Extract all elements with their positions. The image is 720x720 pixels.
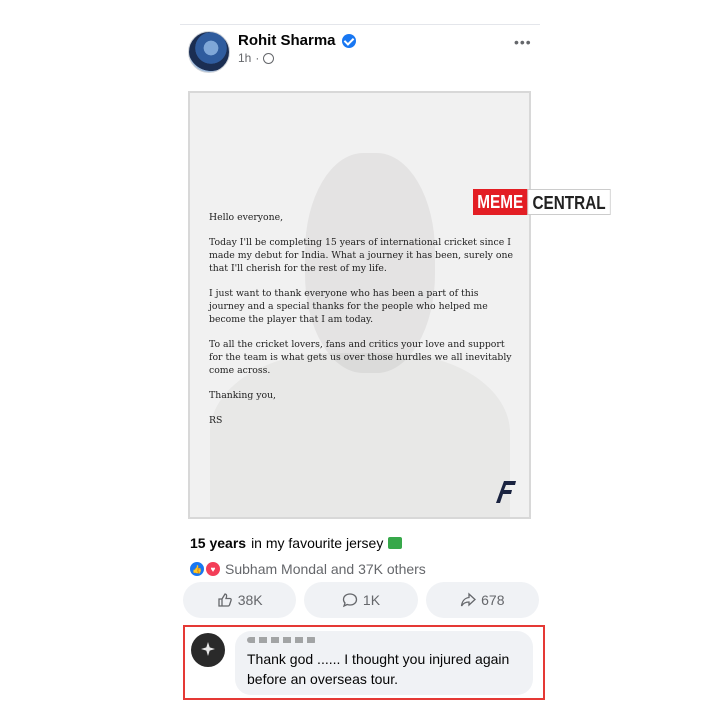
caption-bold: 15 years [190, 535, 247, 551]
letter-paragraph-1: Today I'll be completing 15 years of int… [209, 237, 513, 274]
letter-paragraph-3: To all the cricket lovers, fans and crit… [209, 339, 512, 376]
like-icon [218, 593, 232, 607]
caption-rest: in my favourite jersey [251, 535, 384, 551]
comment-icon [342, 593, 358, 608]
like-button[interactable]: 38K [183, 582, 297, 618]
reactions-text: Subham Mondal and 37K others [225, 561, 426, 577]
letter-greeting: Hello everyone, [209, 212, 284, 223]
letter-signature: RS [209, 415, 223, 426]
share-icon [460, 592, 477, 607]
reactions-summary[interactable]: 👍 ♥ Subham Mondal and 37K others [189, 561, 426, 577]
jersey-emoji-icon [388, 537, 403, 549]
comment-button[interactable]: 1K [304, 582, 418, 618]
comment-text: Thank god ...... I thought you injured a… [247, 651, 510, 687]
commenter-name-redacted [247, 637, 317, 643]
post-image[interactable]: Hello everyone, Today I'll be completing… [188, 91, 531, 519]
meta-separator: · [255, 51, 260, 65]
action-bar: 38K 1K 678 [183, 582, 539, 618]
top-divider [180, 24, 540, 25]
author-avatar[interactable] [188, 31, 230, 73]
brand-logo-icon [496, 481, 516, 503]
meme-central-watermark: MEME CENTRAL [473, 189, 611, 215]
public-globe-icon [263, 52, 275, 64]
share-count: 678 [481, 592, 505, 608]
post-time[interactable]: 1h [238, 51, 251, 65]
letter-closing: Thanking you, [209, 390, 277, 401]
letter-paragraph-2: I just want to thank everyone who has be… [209, 288, 488, 325]
commenter-avatar[interactable] [191, 633, 225, 667]
watermark-part-2: CENTRAL [527, 189, 611, 215]
letter-text: Hello everyone, Today I'll be completing… [209, 211, 514, 439]
share-button[interactable]: 678 [425, 582, 539, 618]
more-options-button[interactable]: ••• [514, 34, 532, 50]
comment-bubble[interactable]: Thank god ...... I thought you injured a… [235, 631, 533, 695]
like-count: 38K [237, 592, 263, 608]
comment-count: 1K [362, 592, 381, 608]
verified-badge-icon [341, 33, 356, 48]
post-caption: 15 years in my favourite jersey [190, 535, 403, 551]
author-name[interactable]: Rohit Sharma [238, 32, 336, 49]
author-row: Rohit Sharma [238, 32, 356, 49]
like-reaction-icon: 👍 [189, 561, 205, 577]
watermark-part-1: MEME [473, 189, 528, 215]
post-meta: 1h · [238, 51, 275, 65]
highlighted-comment: Thank god ...... I thought you injured a… [183, 625, 545, 700]
love-reaction-icon: ♥ [205, 561, 221, 577]
